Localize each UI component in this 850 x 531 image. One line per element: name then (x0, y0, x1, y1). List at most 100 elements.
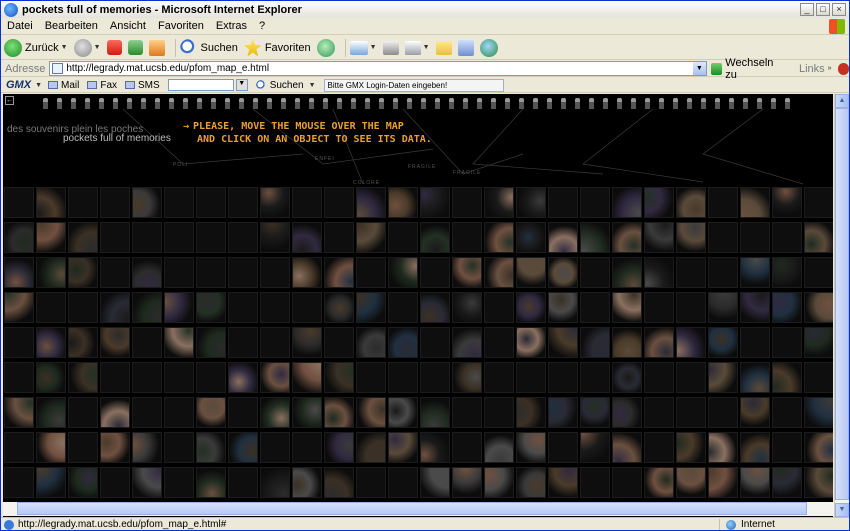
object-thumbnail[interactable] (772, 362, 802, 393)
object-thumbnail[interactable] (772, 467, 802, 498)
object-thumbnail[interactable] (292, 397, 322, 428)
object-thumbnail[interactable] (196, 292, 226, 323)
object-thumbnail[interactable] (420, 187, 450, 218)
object-thumbnail[interactable] (164, 257, 194, 288)
object-thumbnail[interactable] (68, 257, 98, 288)
object-thumbnail[interactable] (644, 222, 674, 253)
object-thumbnail[interactable] (196, 432, 226, 463)
object-thumbnail[interactable] (484, 362, 514, 393)
gmx-search-input[interactable] (167, 79, 234, 91)
object-thumbnail[interactable] (676, 432, 706, 463)
object-thumbnail[interactable] (580, 397, 610, 428)
object-thumbnail[interactable] (420, 362, 450, 393)
object-thumbnail[interactable] (132, 362, 162, 393)
object-thumbnail[interactable] (260, 362, 290, 393)
object-thumbnail[interactable] (388, 222, 418, 253)
object-thumbnail[interactable] (164, 187, 194, 218)
object-thumbnail[interactable] (804, 222, 833, 253)
object-thumbnail[interactable] (132, 257, 162, 288)
object-thumbnail[interactable] (484, 467, 514, 498)
object-thumbnail[interactable] (356, 432, 386, 463)
object-thumbnail[interactable] (612, 327, 642, 358)
object-thumbnail[interactable] (676, 397, 706, 428)
object-thumbnail[interactable] (260, 327, 290, 358)
object-thumbnail[interactable] (356, 187, 386, 218)
discuss-button[interactable] (435, 38, 452, 58)
object-thumbnail[interactable] (36, 292, 66, 323)
object-thumbnail[interactable] (644, 187, 674, 218)
object-thumbnail[interactable] (356, 397, 386, 428)
gmx-sms-button[interactable]: SMS (125, 80, 160, 91)
object-thumbnail[interactable] (516, 257, 546, 288)
chevron-down-icon[interactable]: ▼ (35, 82, 42, 89)
object-thumbnail[interactable] (196, 257, 226, 288)
object-thumbnail[interactable] (228, 187, 258, 218)
object-thumbnail[interactable] (740, 327, 770, 358)
object-thumbnail[interactable] (740, 187, 770, 218)
object-thumbnail[interactable] (612, 222, 642, 253)
object-thumbnail[interactable] (68, 362, 98, 393)
object-thumbnail[interactable] (612, 432, 642, 463)
object-thumbnail[interactable] (548, 222, 578, 253)
object-thumbnail[interactable] (740, 292, 770, 323)
object-thumbnail[interactable] (644, 292, 674, 323)
scroll-down-icon[interactable]: ▼ (835, 503, 849, 517)
object-thumbnail[interactable] (68, 467, 98, 498)
gmx-search-button[interactable]: Suchen ▼ (255, 79, 316, 91)
object-thumbnail[interactable] (100, 257, 130, 288)
object-thumbnail[interactable] (612, 292, 642, 323)
links-button[interactable]: Links (799, 63, 825, 75)
object-thumbnail[interactable] (452, 467, 482, 498)
object-thumbnail[interactable] (420, 432, 450, 463)
object-thumbnail[interactable] (708, 222, 738, 253)
forward-button[interactable]: ▼ (73, 38, 101, 58)
object-thumbnail[interactable] (100, 292, 130, 323)
object-thumbnail[interactable] (516, 292, 546, 323)
object-thumbnail[interactable] (4, 292, 34, 323)
object-thumbnail[interactable] (580, 467, 610, 498)
chevron-down-icon[interactable]: ▼ (61, 44, 68, 51)
object-thumbnail[interactable] (612, 187, 642, 218)
object-thumbnail[interactable] (324, 327, 354, 358)
object-thumbnail[interactable] (804, 432, 833, 463)
object-thumbnail[interactable] (164, 327, 194, 358)
object-thumbnail[interactable] (228, 467, 258, 498)
scroll-up-icon[interactable]: ▲ (835, 94, 849, 108)
object-thumbnail[interactable] (260, 292, 290, 323)
menu-extras[interactable]: Extras (210, 20, 253, 32)
object-thumbnail[interactable] (420, 222, 450, 253)
object-thumbnail[interactable] (772, 187, 802, 218)
object-thumbnail[interactable] (324, 292, 354, 323)
object-thumbnail[interactable] (356, 467, 386, 498)
object-thumbnail[interactable] (196, 467, 226, 498)
maximize-button[interactable]: □ (816, 3, 830, 16)
object-thumbnail[interactable] (292, 432, 322, 463)
object-thumbnail[interactable] (516, 432, 546, 463)
object-thumbnail[interactable] (740, 257, 770, 288)
object-thumbnail[interactable] (4, 397, 34, 428)
object-thumbnail[interactable] (708, 432, 738, 463)
object-thumbnail[interactable] (452, 432, 482, 463)
object-thumbnail[interactable] (292, 187, 322, 218)
object-thumbnail[interactable] (228, 432, 258, 463)
object-thumbnail[interactable] (676, 362, 706, 393)
object-thumbnail[interactable] (4, 432, 34, 463)
gmx-search-dropdown[interactable]: ▼ (235, 79, 248, 91)
print-button[interactable] (382, 38, 399, 58)
object-thumbnail[interactable] (516, 397, 546, 428)
object-thumbnail[interactable] (484, 257, 514, 288)
object-thumbnail[interactable] (132, 222, 162, 253)
object-thumbnail[interactable] (356, 327, 386, 358)
object-thumbnail[interactable] (36, 362, 66, 393)
object-thumbnail[interactable] (324, 397, 354, 428)
object-thumbnail[interactable] (484, 327, 514, 358)
object-thumbnail[interactable] (644, 432, 674, 463)
object-thumbnail[interactable] (548, 187, 578, 218)
object-thumbnail[interactable] (324, 432, 354, 463)
object-thumbnail[interactable] (612, 467, 642, 498)
chevron-down-icon[interactable]: ▼ (423, 44, 430, 51)
object-thumbnail[interactable] (292, 292, 322, 323)
object-thumbnail[interactable] (708, 187, 738, 218)
object-thumbnail[interactable] (132, 327, 162, 358)
object-thumbnail[interactable] (548, 327, 578, 358)
